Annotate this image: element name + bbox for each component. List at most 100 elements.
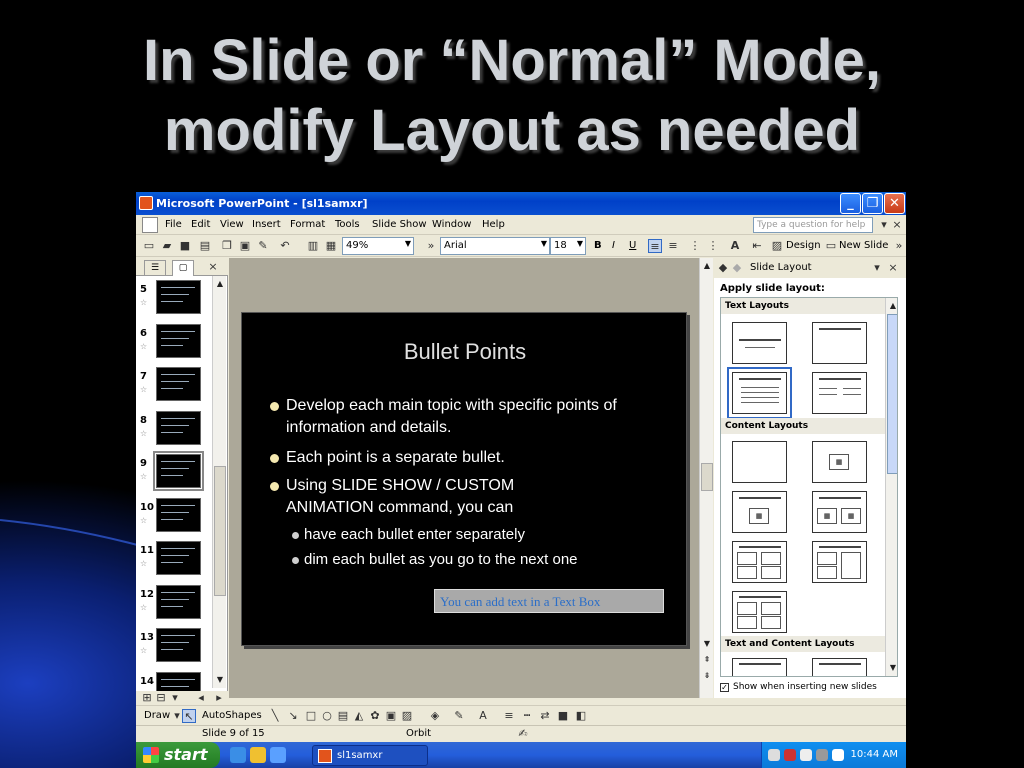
slide-thumbnail[interactable]: 13 ☆ (136, 628, 214, 668)
slide-thumbnail-image[interactable] (156, 410, 201, 445)
slide-thumbnail-image[interactable] (156, 541, 201, 575)
help-dropdown-icon[interactable]: ▾ (877, 218, 891, 232)
picture-icon[interactable]: ▨ (400, 709, 414, 723)
line-style-icon[interactable]: ≡ (502, 709, 516, 723)
tray-icon[interactable] (768, 749, 780, 761)
menu-insert[interactable]: Insert (252, 219, 281, 230)
layout-title-two-content-and-content[interactable] (812, 541, 867, 583)
slide-thumbnail-image[interactable] (156, 280, 201, 314)
start-button[interactable]: start (136, 742, 220, 768)
slide-bullet-2[interactable]: Each point is a separate bullet. (270, 447, 652, 469)
shadow-icon[interactable]: ■ (556, 709, 570, 723)
scroll-thumb[interactable] (701, 463, 713, 491)
line-icon[interactable]: ╲ (268, 709, 282, 723)
close-document-icon[interactable]: × (890, 218, 904, 232)
slide-title[interactable]: Bullet Points (242, 339, 688, 365)
layout-title-only[interactable] (812, 322, 867, 364)
new-slide-icon[interactable]: ▭ (824, 239, 838, 253)
layout-title-and-content[interactable]: ▦ (732, 491, 787, 533)
close-task-pane-icon[interactable]: × (886, 261, 900, 275)
layout-gallery-scrollbar[interactable]: ▲ ▼ (885, 298, 897, 676)
slide-thumbnail[interactable]: 6 ☆ (136, 323, 214, 364)
close-pane-icon[interactable]: × (206, 260, 220, 274)
bold-button[interactable]: B (594, 240, 602, 251)
taskbar-item-powerpoint[interactable]: sl1samxr (312, 745, 428, 766)
show-when-inserting-option[interactable]: ✓ Show when inserting new slides (720, 682, 877, 692)
new-slide-button[interactable]: New Slide (839, 240, 888, 251)
align-left-icon[interactable]: ≡ (648, 239, 662, 253)
slide-thumbnail[interactable]: 5 ☆ (136, 280, 214, 320)
slide-thumbnail[interactable]: 8 ☆ (136, 410, 214, 451)
numbering-icon[interactable]: ⋮ (688, 239, 702, 253)
slide-text-box[interactable]: You can add text in a Text Box (434, 589, 664, 613)
slide-thumbnail[interactable]: 7 ☆ (136, 367, 214, 407)
decrease-indent-icon[interactable]: ⇤ (750, 239, 764, 253)
scroll-up-icon[interactable]: ▲ (214, 278, 226, 290)
back-icon[interactable]: ◆ (716, 261, 730, 275)
scroll-down-icon[interactable]: ▼ (214, 674, 226, 686)
line-color-icon[interactable]: ✎ (452, 709, 466, 723)
text-box-icon[interactable]: ▤ (336, 709, 350, 723)
menu-file[interactable]: File (165, 219, 182, 230)
scroll-down-icon[interactable]: ▼ (887, 662, 897, 674)
copy-icon[interactable]: ❐ (220, 239, 234, 253)
bullets-icon[interactable]: ⋮ (706, 239, 720, 253)
scroll-right-icon[interactable]: ▸ (212, 691, 226, 705)
menu-view[interactable]: View (220, 219, 244, 230)
menu-tools[interactable]: Tools (335, 219, 360, 230)
next-slide-icon[interactable]: ⇟ (701, 670, 713, 682)
layout-title-and-two-content[interactable]: ▦ ▦ (812, 491, 867, 533)
slide-thumbnail-image[interactable] (156, 497, 201, 532)
taskbar-clock[interactable]: 10:44 AM (851, 749, 898, 760)
clip-art-icon[interactable]: ▣ (384, 709, 398, 723)
center-icon[interactable]: ≡ (666, 239, 680, 253)
design-icon[interactable]: ▨ (770, 239, 784, 253)
restore-button[interactable]: ❐ (862, 193, 883, 214)
wordart-icon[interactable]: ◭ (352, 709, 366, 723)
scroll-down-icon[interactable]: ▼ (701, 638, 713, 650)
undo-icon[interactable]: ↶ (278, 239, 292, 253)
scroll-up-icon[interactable]: ▲ (701, 260, 713, 272)
tab-slides[interactable]: ▢ (172, 260, 194, 276)
menu-help[interactable]: Help (482, 219, 505, 230)
menu-window[interactable]: Window (432, 219, 471, 230)
media-player-icon[interactable] (270, 747, 286, 763)
outlook-icon[interactable] (250, 747, 266, 763)
current-slide[interactable]: Bullet Points Develop each main topic wi… (241, 312, 687, 646)
layout-title-slide[interactable] (732, 322, 787, 364)
task-pane-menu-icon[interactable]: ▾ (870, 261, 884, 275)
menu-slide-show[interactable]: Slide Show (372, 219, 427, 230)
security-icon[interactable] (784, 749, 796, 761)
slides-scrollbar[interactable]: ▲ ▼ (212, 276, 226, 688)
arrow-style-icon[interactable]: ⇄ (538, 709, 552, 723)
layout-content[interactable]: ▦ (812, 441, 867, 483)
slide-thumbnail-image[interactable] (153, 451, 204, 491)
arrow-icon[interactable]: ↘ (286, 709, 300, 723)
scroll-thumb[interactable] (887, 314, 897, 474)
slide-thumbnail-image[interactable] (156, 584, 201, 619)
toolbar-options-icon[interactable]: » (892, 239, 906, 253)
increase-font-icon[interactable]: A (728, 239, 742, 253)
underline-button[interactable]: U (629, 240, 636, 251)
display-icon[interactable] (832, 749, 844, 761)
slide-sorter-icon[interactable]: ⊟ (154, 691, 168, 705)
insert-chart-icon[interactable]: ▥ (306, 239, 320, 253)
tab-outline[interactable]: ☰ (144, 260, 166, 276)
forward-icon[interactable]: ◆ (730, 261, 744, 275)
show-when-inserting-checkbox[interactable]: ✓ (720, 683, 729, 692)
help-question-input[interactable]: Type a question for help (753, 217, 873, 233)
new-icon[interactable]: ▭ (142, 239, 156, 253)
diagram-icon[interactable]: ✿ (368, 709, 382, 723)
network-icon[interactable] (800, 749, 812, 761)
layout-four-content[interactable] (732, 591, 787, 633)
minimize-button[interactable]: _ (840, 193, 861, 214)
layout-blank[interactable] (732, 441, 787, 483)
italic-button[interactable]: I (612, 240, 615, 251)
slide-thumbnail[interactable]: 9 ☆ (136, 451, 214, 494)
font-size-select[interactable]: 18 ▼ (550, 237, 586, 255)
layout-title-and-text[interactable] (727, 367, 792, 419)
dash-style-icon[interactable]: ┅ (520, 709, 534, 723)
normal-view-icon[interactable]: ⊞ (140, 691, 154, 705)
internet-explorer-icon[interactable] (230, 747, 246, 763)
open-icon[interactable]: ▰ (160, 239, 174, 253)
